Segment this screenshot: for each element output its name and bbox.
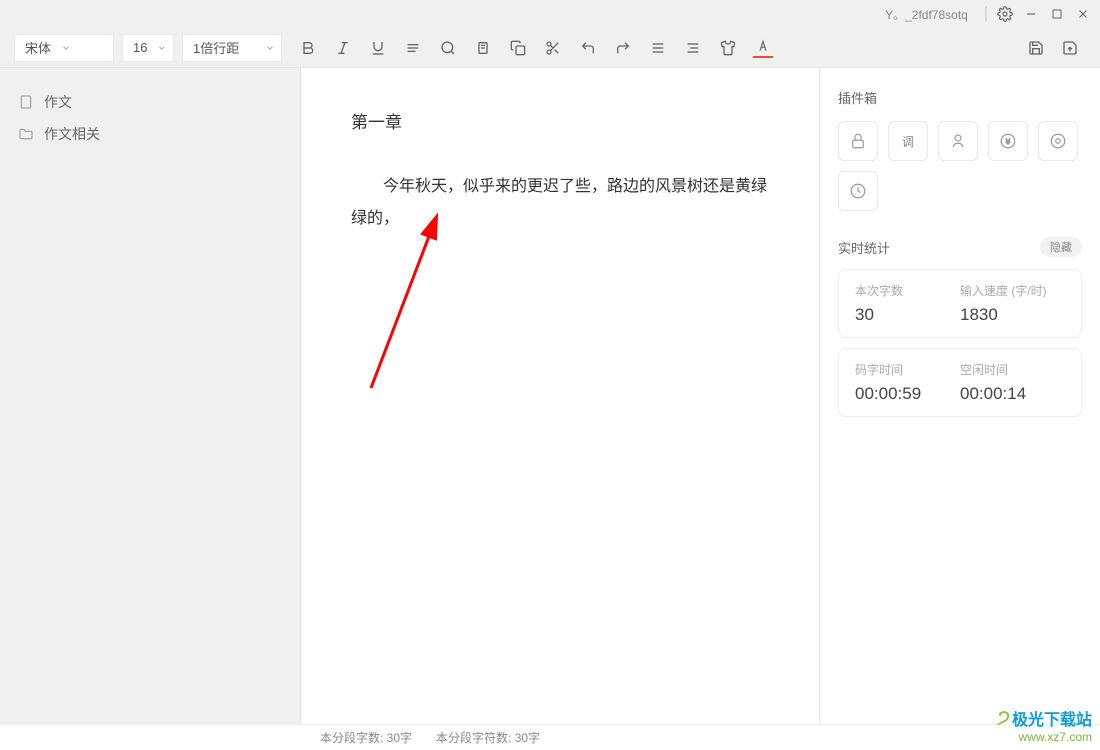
font-select[interactable]: 宋体 — [14, 34, 114, 62]
linespacing-label: 1倍行距 — [193, 38, 239, 57]
italic-icon[interactable] — [333, 38, 353, 58]
indent-icon[interactable] — [683, 38, 703, 58]
settings-icon[interactable] — [996, 5, 1014, 23]
redo-icon[interactable] — [613, 38, 633, 58]
stat-label: 本次字数 — [855, 282, 960, 299]
plugin-head[interactable] — [938, 121, 978, 161]
stats-title: 实时统计 — [838, 238, 890, 257]
folder-icon — [18, 126, 34, 142]
hide-button[interactable]: 隐藏 — [1040, 237, 1082, 257]
main-area: 作文 作文相关 第一章 今年秋天，似乎来的更迟了些，路边的风景树还是黄绿绿的， … — [0, 68, 1100, 724]
sidebar-item-label: 作文 — [44, 92, 72, 112]
paste-icon[interactable] — [473, 38, 493, 58]
plugin-at[interactable] — [1038, 121, 1078, 161]
align-icon[interactable] — [648, 38, 668, 58]
stat-label: 输入速度 (字/时) — [960, 282, 1065, 299]
plugins-title: 插件箱 — [838, 88, 1082, 107]
plugin-lock[interactable] — [838, 121, 878, 161]
underline-icon[interactable] — [368, 38, 388, 58]
textcolor-icon[interactable] — [753, 38, 773, 58]
plugin-history[interactable] — [838, 171, 878, 211]
file-icon — [18, 94, 34, 110]
plugin-grid: 调 ¥ — [838, 121, 1082, 211]
linespacing-select[interactable]: 1倍行距 — [182, 34, 282, 62]
export-icon[interactable] — [1060, 38, 1080, 58]
toolbar: 宋体 16 1倍行距 — [0, 28, 1100, 68]
shirt-icon[interactable] — [718, 38, 738, 58]
bold-icon[interactable] — [298, 38, 318, 58]
arrow-annotation — [341, 208, 461, 398]
chevron-down-icon — [265, 43, 275, 53]
undo-icon[interactable] — [578, 38, 598, 58]
sidebar: 作文 作文相关 — [0, 68, 300, 724]
window-title: Y。_2fdf78sotq — [885, 6, 968, 23]
search-icon[interactable] — [438, 38, 458, 58]
right-tool-icons — [1026, 38, 1080, 58]
editor[interactable]: 第一章 今年秋天，似乎来的更迟了些，路边的风景树还是黄绿绿的， — [300, 68, 820, 724]
sidebar-item-essay[interactable]: 作文 — [14, 86, 286, 118]
stat-value: 30 — [855, 305, 960, 325]
watermark-url: www.xz7.com — [997, 730, 1092, 744]
stat-card-words: 本次字数 30 输入速度 (字/时) 1830 — [838, 269, 1082, 338]
svg-text:¥: ¥ — [1006, 137, 1011, 146]
status-para-chars: 本分段字符数: 30字 — [436, 729, 540, 746]
divider: | — [984, 5, 988, 23]
chevron-down-icon — [157, 43, 167, 53]
fontsize-label: 16 — [133, 40, 147, 55]
stat-value: 00:00:59 — [855, 384, 960, 404]
maximize-icon[interactable] — [1048, 5, 1066, 23]
plugin-currency[interactable]: ¥ — [988, 121, 1028, 161]
save-icon[interactable] — [1026, 38, 1046, 58]
copy-icon[interactable] — [508, 38, 528, 58]
stat-value: 00:00:14 — [960, 384, 1065, 404]
status-para-words: 本分段字数: 30字 — [320, 729, 412, 746]
right-panel: 插件箱 调 ¥ 实时统计 隐藏 本次字数 30 输入速度 (字/时) 1830 — [820, 68, 1100, 724]
fontsize-select[interactable]: 16 — [122, 34, 174, 62]
sidebar-item-essay-related[interactable]: 作文相关 — [14, 118, 286, 150]
editor-body: 今年秋天，似乎来的更迟了些，路边的风景树还是黄绿绿的， — [351, 171, 769, 235]
stat-value: 1830 — [960, 305, 1065, 325]
chevron-down-icon — [61, 43, 71, 53]
sidebar-item-label: 作文相关 — [44, 124, 100, 144]
stat-label: 码字时间 — [855, 361, 960, 378]
strikethrough-icon[interactable] — [403, 38, 423, 58]
font-label: 宋体 — [25, 38, 51, 57]
titlebar: Y。_2fdf78sotq | — [0, 0, 1100, 28]
close-icon[interactable] — [1074, 5, 1092, 23]
plugin-tune[interactable]: 调 — [888, 121, 928, 161]
watermark: ੭极光下载站 www.xz7.com — [997, 706, 1092, 744]
format-icons — [298, 38, 773, 58]
stat-label: 空闲时间 — [960, 361, 1065, 378]
cut-icon[interactable] — [543, 38, 563, 58]
statusbar: 本分段字数: 30字 本分段字符数: 30字 — [0, 724, 1100, 750]
stats-header: 实时统计 隐藏 — [838, 237, 1082, 257]
stat-card-time: 码字时间 00:00:59 空闲时间 00:00:14 — [838, 348, 1082, 417]
watermark-brand: 极光下载站 — [1012, 706, 1092, 730]
chapter-title: 第一章 — [351, 108, 769, 133]
minimize-icon[interactable] — [1022, 5, 1040, 23]
